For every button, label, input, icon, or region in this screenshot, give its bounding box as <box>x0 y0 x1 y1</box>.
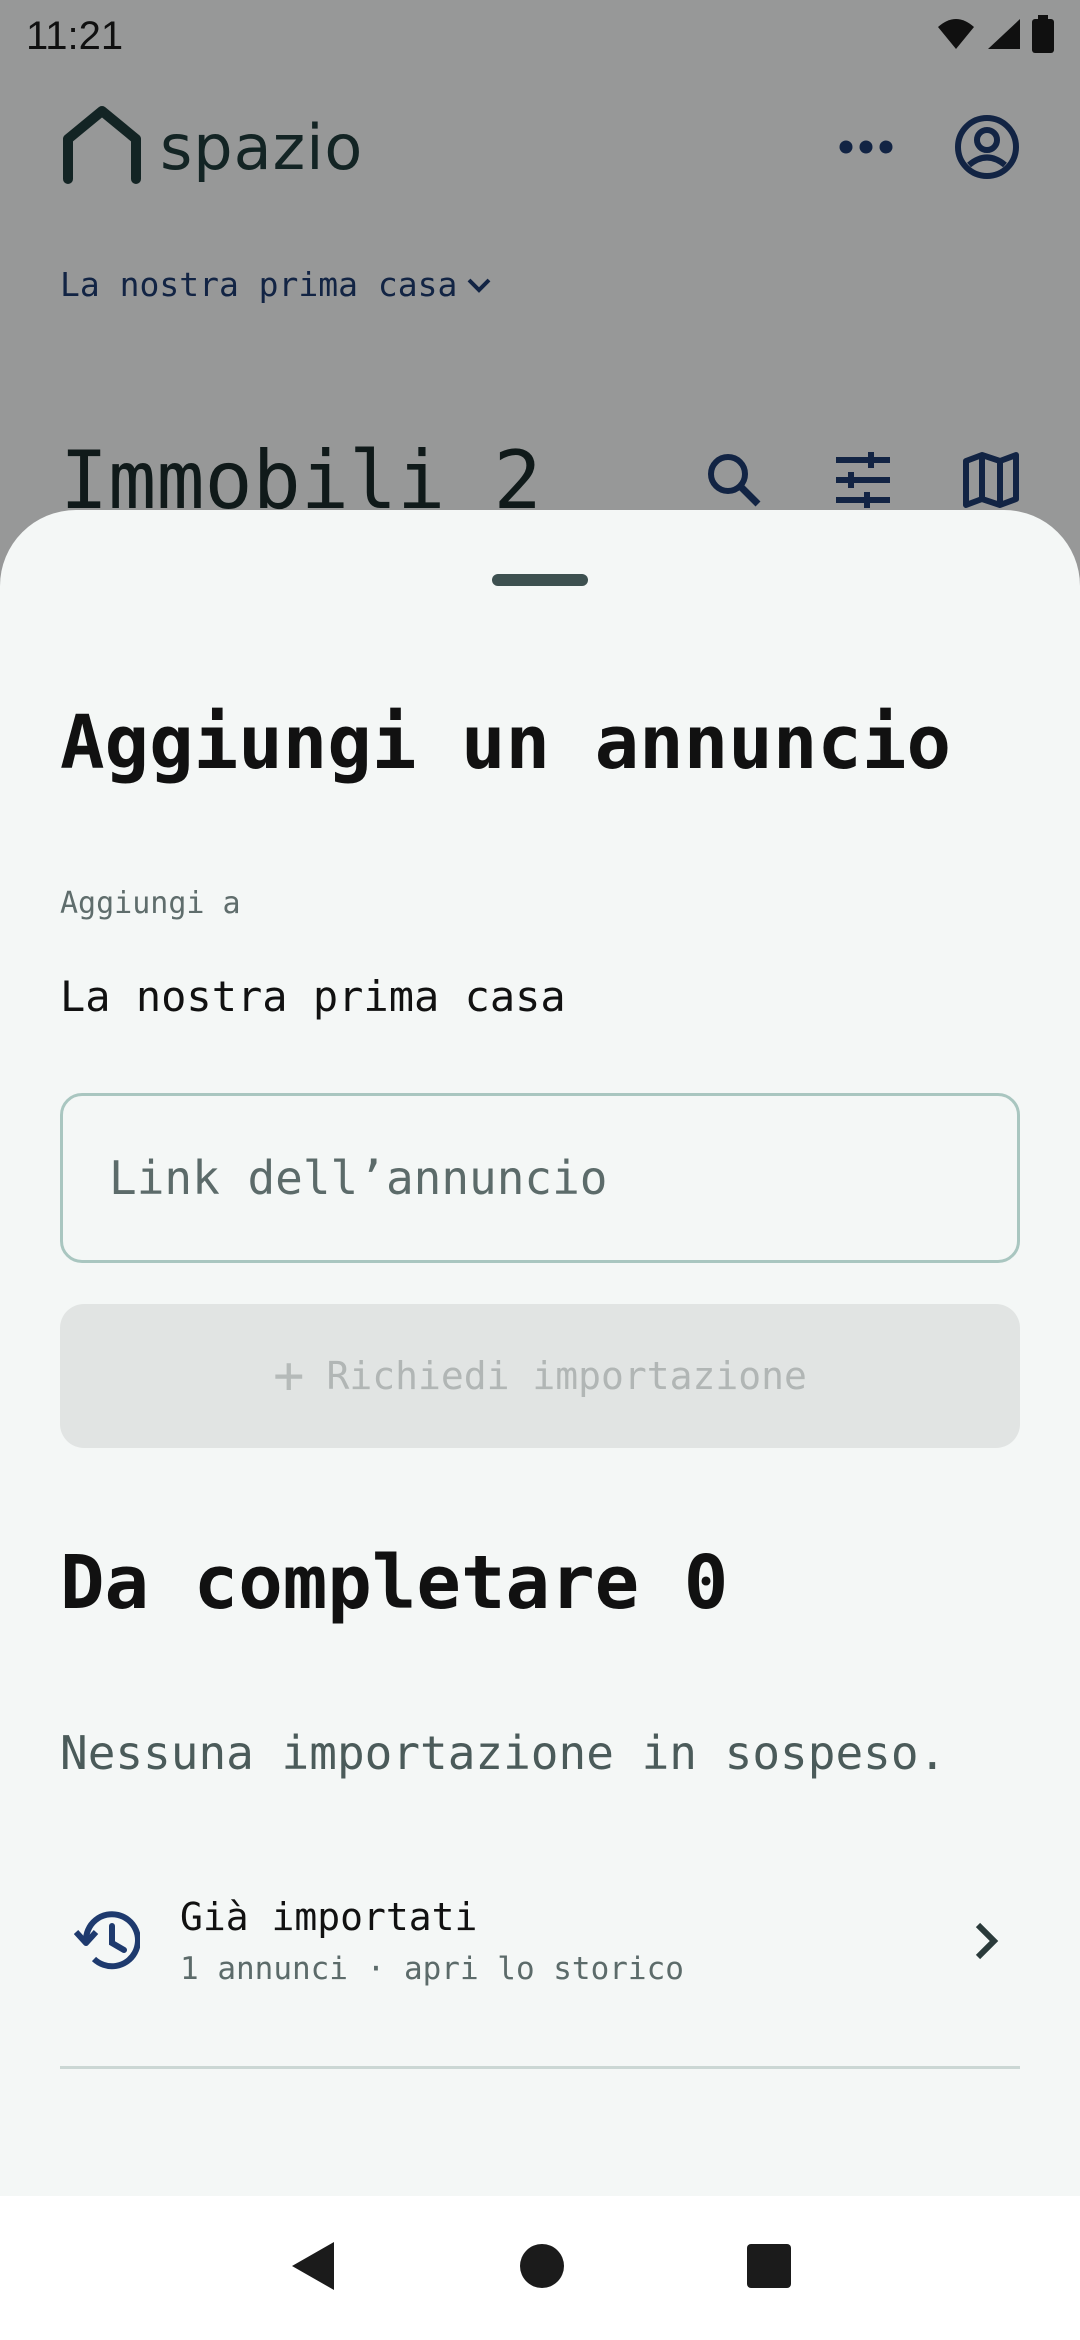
add-listing-sheet: Aggiungi un annuncio Aggiungi a La nostr… <box>0 510 1080 2196</box>
pending-section-title: Da completare 0 <box>60 1540 729 1626</box>
request-import-label: Richiedi importazione <box>326 1354 807 1398</box>
drag-handle[interactable] <box>492 574 588 586</box>
add-to-value[interactable]: La nostra prima casa <box>60 972 566 1021</box>
already-imported-text: Già importati 1 annunci · apri lo storic… <box>180 1895 684 1987</box>
home-icon[interactable] <box>518 2242 566 2294</box>
already-imported-title: Già importati <box>180 1895 478 1939</box>
request-import-button[interactable]: + Richiedi importazione <box>60 1304 1020 1448</box>
recents-icon[interactable] <box>746 2243 792 2293</box>
history-icon <box>60 1910 150 1972</box>
listing-link-input[interactable] <box>60 1093 1020 1263</box>
system-navigation-bar <box>0 2196 1080 2340</box>
back-icon[interactable] <box>288 2238 338 2298</box>
already-imported-subtitle: 1 annunci · apri lo storico <box>180 1951 684 1987</box>
divider <box>60 2066 1020 2069</box>
add-to-label: Aggiungi a <box>60 886 241 921</box>
plus-icon: + <box>273 1346 305 1406</box>
already-imported-row[interactable]: Già importati 1 annunci · apri lo storic… <box>60 1866 1020 2016</box>
pending-empty-message: Nessuna importazione in sospeso. <box>60 1726 947 1780</box>
sheet-title: Aggiungi un annuncio <box>60 700 952 786</box>
chevron-right-icon <box>972 1921 1020 1961</box>
